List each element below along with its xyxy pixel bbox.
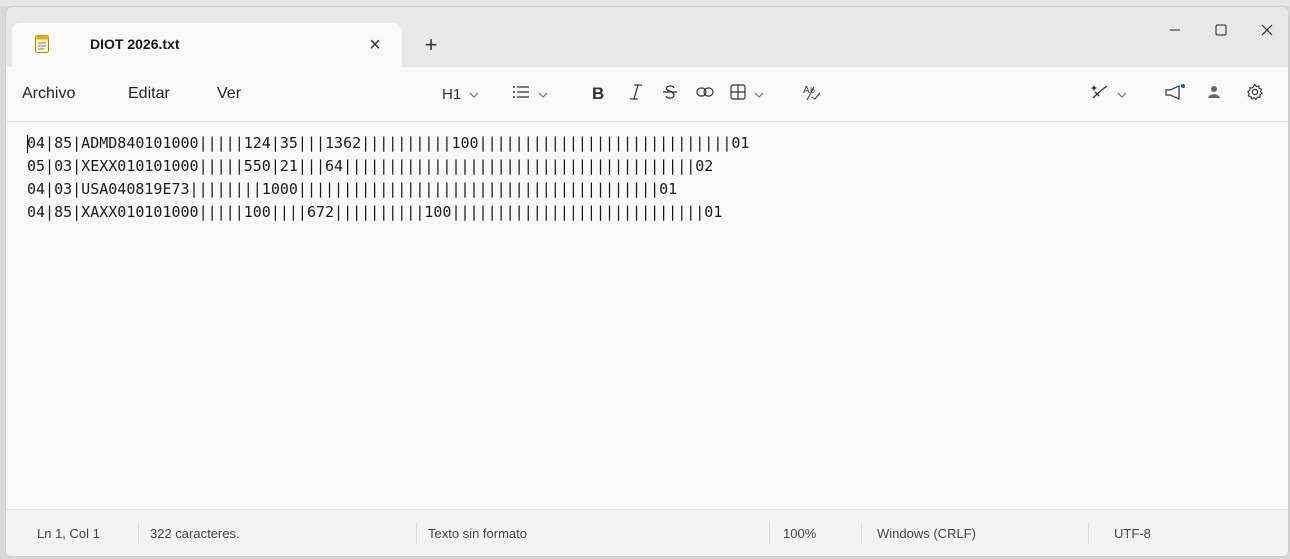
strikethrough-button[interactable] bbox=[662, 81, 678, 107]
bold-button[interactable]: B bbox=[592, 81, 604, 107]
zoom-level[interactable]: 100% bbox=[783, 526, 816, 541]
status-divider bbox=[138, 522, 139, 544]
menu-toolbar: Archivo Editar Ver H1 B A bbox=[6, 67, 1288, 122]
table-dropdown[interactable] bbox=[730, 81, 764, 107]
bold-icon: B bbox=[592, 84, 605, 103]
chevron-down-icon bbox=[754, 85, 764, 103]
account-icon bbox=[1206, 84, 1222, 105]
settings-button[interactable] bbox=[1246, 81, 1264, 107]
close-button[interactable] bbox=[1244, 13, 1288, 47]
format-indicator[interactable]: Texto sin formato bbox=[428, 526, 527, 541]
tab-diot-2026[interactable]: DIOT 2026.txt × bbox=[12, 23, 402, 67]
text-line: 04|85|XAXX010101000|||||100||||672||||||… bbox=[27, 203, 723, 221]
spellcheck-button[interactable]: Ab bbox=[802, 81, 822, 107]
close-icon bbox=[1261, 24, 1273, 36]
spellcheck-icon: Ab bbox=[802, 83, 822, 106]
italic-icon bbox=[629, 83, 643, 105]
title-bar: DIOT 2026.txt × + bbox=[6, 7, 1288, 67]
minimize-button[interactable] bbox=[1152, 13, 1198, 47]
status-bar: Ln 1, Col 1 322 caracteres. Texto sin fo… bbox=[6, 509, 1288, 556]
menu-ver[interactable]: Ver bbox=[217, 85, 241, 103]
maximize-icon bbox=[1215, 24, 1227, 36]
link-button[interactable] bbox=[696, 81, 714, 107]
chevron-down-icon bbox=[469, 85, 479, 103]
tab-close-icon[interactable]: × bbox=[361, 31, 389, 59]
heading-label: H1 bbox=[442, 85, 462, 103]
italic-button[interactable] bbox=[629, 81, 643, 107]
notepad-window: DIOT 2026.txt × + Archivo Editar Ver H1 bbox=[5, 6, 1289, 557]
chevron-down-icon bbox=[538, 85, 548, 103]
whats-new-button[interactable] bbox=[1164, 81, 1186, 107]
text-editor[interactable]: 04|85|ADMD840101000|||||124|35|||1362|||… bbox=[6, 122, 1288, 509]
text-line: 05|03|XEXX010101000|||||550|21|||64|||||… bbox=[27, 157, 714, 175]
encoding[interactable]: UTF-8 bbox=[1114, 526, 1151, 541]
menu-editar[interactable]: Editar bbox=[128, 85, 170, 103]
link-icon bbox=[696, 85, 714, 103]
status-divider bbox=[1088, 522, 1089, 544]
list-dropdown[interactable] bbox=[512, 81, 548, 107]
text-line: 04|85|ADMD840101000|||||124|35|||1362|||… bbox=[27, 134, 750, 152]
heading-dropdown[interactable]: H1 bbox=[442, 81, 479, 107]
copilot-dropdown[interactable] bbox=[1091, 81, 1127, 107]
megaphone-icon bbox=[1164, 83, 1186, 106]
character-count: 322 caracteres. bbox=[150, 526, 240, 541]
list-icon bbox=[512, 85, 530, 104]
status-divider bbox=[861, 522, 862, 544]
tab-title: DIOT 2026.txt bbox=[90, 36, 180, 52]
status-divider bbox=[416, 522, 417, 544]
settings-icon bbox=[1246, 83, 1264, 106]
account-button[interactable] bbox=[1206, 81, 1222, 107]
table-icon bbox=[730, 83, 746, 105]
chevron-down-icon bbox=[1117, 85, 1127, 103]
copilot-icon bbox=[1091, 84, 1109, 105]
status-divider bbox=[769, 522, 770, 544]
svg-text:A: A bbox=[803, 85, 810, 96]
cursor-position[interactable]: Ln 1, Col 1 bbox=[37, 526, 100, 541]
minimize-icon bbox=[1170, 29, 1180, 31]
line-ending[interactable]: Windows (CRLF) bbox=[877, 526, 976, 541]
new-tab-button[interactable]: + bbox=[415, 29, 447, 61]
maximize-button[interactable] bbox=[1198, 13, 1244, 47]
text-line: 04|03|USA040819E73||||||||1000||||||||||… bbox=[27, 180, 678, 198]
strikethrough-icon bbox=[662, 84, 678, 105]
notepad-icon bbox=[35, 35, 49, 53]
menu-archivo[interactable]: Archivo bbox=[22, 85, 75, 103]
